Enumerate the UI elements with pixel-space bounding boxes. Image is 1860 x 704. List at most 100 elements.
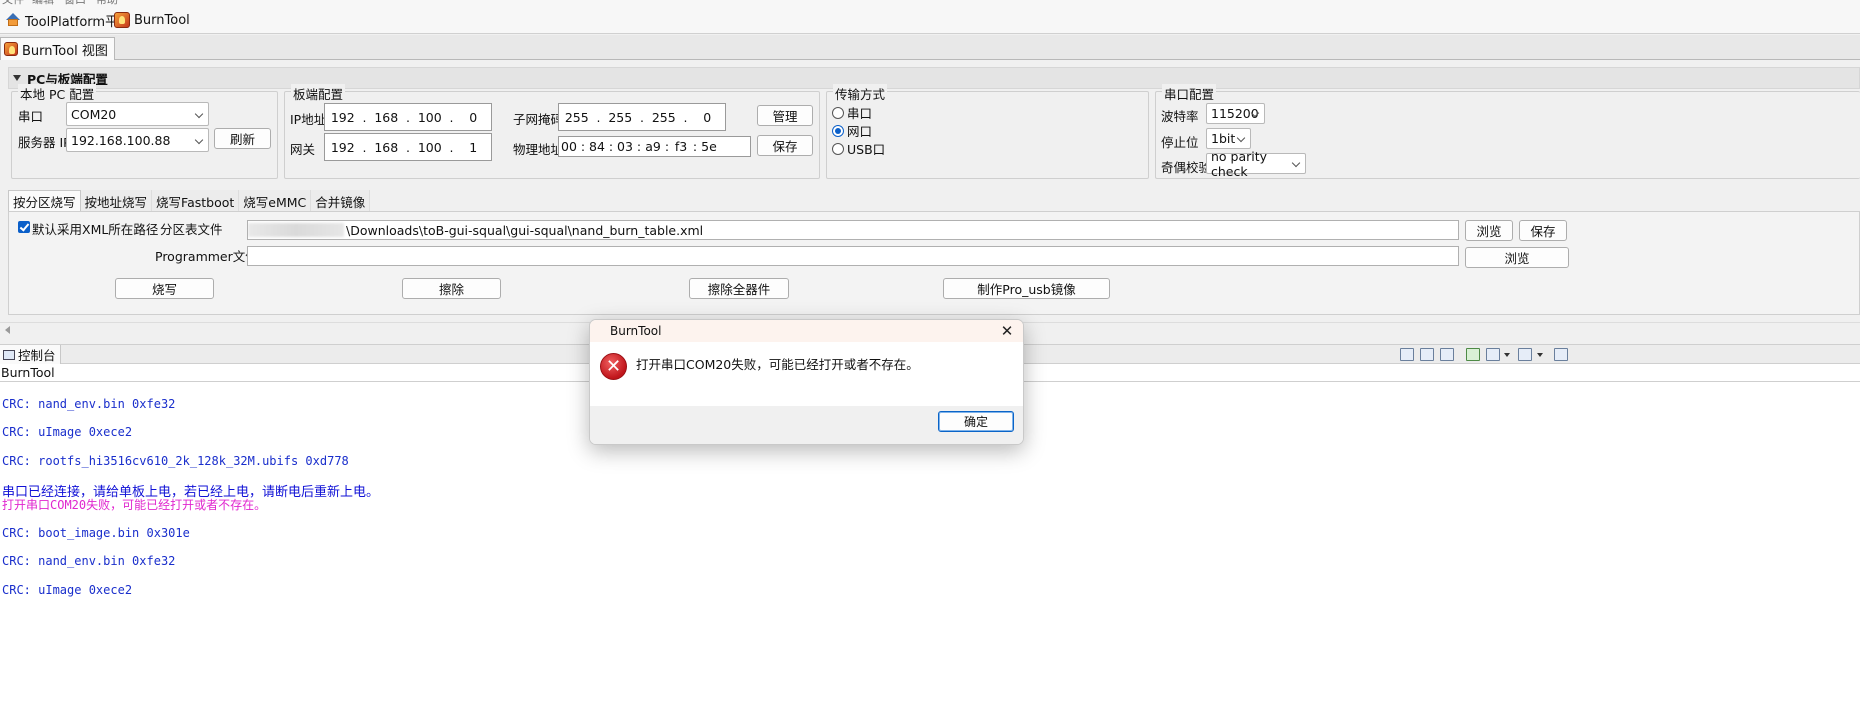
tab-burn-by-address[interactable]: 按地址烧写 — [80, 190, 153, 212]
ip-label: IP地址 — [290, 112, 327, 127]
ip-octet: 0 — [469, 109, 478, 125]
burntool-label: BurnTool — [134, 12, 190, 28]
minimize-icon[interactable] — [1554, 348, 1568, 361]
radio-label: 串口 — [847, 106, 873, 121]
burn-by-partition-panel: 默认采用XML所在路径 分区表文件 \Downloads\toB-gui-squ… — [8, 211, 1860, 315]
tab-merge-image[interactable]: 合并镜像 — [311, 190, 371, 212]
server-ip-value: 192.168.100.88 — [71, 132, 171, 148]
make-pro-usb-image-button[interactable]: 制作Pro_usb镜像 — [943, 278, 1110, 299]
console-line: CRC: rootfs_hi3516cv610_2k_128k_32M.ubif… — [2, 454, 349, 468]
console-tab-label: 控制台 — [18, 348, 56, 363]
save-board-config-button[interactable]: 保存 — [757, 135, 813, 156]
console-line: CRC: uImage 0xece2 — [2, 583, 133, 597]
serial-config-group: 串口配置 波特率 115200 停止位 1bit 奇偶校验 no parity … — [1155, 84, 1860, 179]
ok-button[interactable]: 确定 — [938, 411, 1014, 432]
gateway-octet: 1 — [469, 139, 478, 155]
mac-byte: 5e — [701, 139, 717, 154]
dialog-title-bar[interactable]: BurnTool ✕ — [590, 320, 1023, 342]
mask-octet: 255 — [608, 109, 633, 125]
radio-indicator-selected — [832, 124, 844, 137]
gateway-field[interactable]: 192. 168. 100. 1 — [324, 133, 492, 161]
radio-indicator — [832, 142, 844, 155]
tab-label: BurnTool 视图 — [22, 43, 108, 59]
browse-partition-button[interactable]: 浏览 — [1465, 220, 1513, 241]
partition-file-input[interactable]: \Downloads\toB-gui-squal\gui-squal\nand_… — [247, 220, 1459, 240]
error-icon: ✕ — [600, 353, 627, 380]
word-wrap-icon[interactable] — [1440, 348, 1454, 361]
server-ip-label: 服务器 IP — [18, 135, 71, 150]
mask-octet: 0 — [703, 109, 712, 125]
tab-burn-emmc[interactable]: 烧写eMMC — [239, 190, 312, 212]
chevron-down-icon — [194, 135, 204, 145]
baud-rate-select[interactable]: 115200 — [1206, 103, 1265, 124]
toolplatform-button[interactable]: ToolPlatform平台 — [5, 10, 131, 30]
ip-address-field[interactable]: 192. 168. 100. 0 — [324, 103, 492, 131]
mac-byte: 03 — [617, 139, 633, 154]
erase-button[interactable]: 擦除 — [402, 278, 501, 299]
save-partition-button[interactable]: 保存 — [1519, 220, 1567, 241]
mac-byte: f3 — [674, 139, 688, 154]
tab-burntool-view[interactable]: BurnTool 视图 — [0, 37, 115, 60]
close-icon[interactable]: ✕ — [997, 321, 1017, 341]
mask-octet: 255 — [564, 109, 589, 125]
ip-octet: 100 — [417, 109, 442, 125]
chevron-down-icon[interactable] — [1537, 353, 1543, 357]
subnet-mask-field[interactable]: 255. 255. 255. 0 — [558, 103, 726, 131]
tab-burn-by-partition[interactable]: 按分区烧写 — [8, 190, 81, 212]
group-title: 串口配置 — [1162, 84, 1217, 103]
gateway-octet: 100 — [417, 139, 442, 155]
gateway-octet: 192 — [330, 139, 355, 155]
partition-file-label: 分区表文件 — [160, 222, 223, 237]
open-console-icon[interactable] — [1518, 348, 1532, 361]
subnet-mask-label: 子网掩码 — [513, 112, 564, 127]
pc-board-section-header[interactable]: PC与板端配置 — [8, 67, 1860, 89]
parity-label: 奇偶校验 — [1161, 160, 1212, 175]
server-ip-select[interactable]: 192.168.100.88 — [66, 128, 209, 152]
local-pc-group: 本地 PC 配置 串口 COM20 服务器 IP 192.168.100.88 … — [11, 84, 278, 179]
serial-value: COM20 — [71, 106, 117, 122]
mac-address-field[interactable]: 00: 84: 03: a9: f3: 5e — [558, 136, 751, 157]
clear-console-icon[interactable] — [1400, 348, 1414, 361]
console-line: CRC: boot_image.bin 0x301e — [2, 526, 190, 540]
stop-bits-label: 停止位 — [1161, 135, 1199, 150]
home-icon — [5, 13, 21, 27]
redacted-path — [248, 223, 344, 237]
use-xml-path-checkbox[interactable] — [18, 221, 30, 233]
dialog-title: BurnTool — [610, 324, 662, 338]
radio-usb[interactable]: USB口 — [832, 139, 885, 158]
burntool-icon — [114, 12, 130, 28]
chevron-down-icon — [1236, 133, 1246, 143]
tab-burn-fastboot[interactable]: 烧写Fastboot — [152, 190, 240, 212]
erase-all-button[interactable]: 擦除全器件 — [689, 278, 789, 299]
radio-serial[interactable]: 串口 — [832, 103, 872, 122]
gateway-label: 网关 — [290, 142, 316, 157]
burntool-button[interactable]: BurnTool — [114, 10, 190, 30]
display-console-icon[interactable] — [1486, 348, 1500, 361]
tab-console[interactable]: 控制台 — [0, 345, 61, 364]
mac-byte: 00 — [561, 139, 577, 154]
parity-value: no parity check — [1211, 148, 1268, 179]
serial-select[interactable]: COM20 — [66, 102, 209, 126]
radio-network[interactable]: 网口 — [832, 121, 872, 140]
manage-button[interactable]: 管理 — [757, 105, 813, 126]
use-xml-path-label: 默认采用XML所在路径 — [32, 222, 159, 237]
pin-console-icon[interactable] — [1466, 348, 1480, 361]
baud-label: 波特率 — [1161, 109, 1199, 124]
mac-byte: 84 — [589, 139, 605, 154]
stop-bits-select[interactable]: 1bit — [1206, 128, 1251, 149]
burn-mode-tabs: 按分区烧写 按地址烧写 烧写Fastboot 烧写eMMC 合并镜像 — [8, 190, 371, 212]
scroll-lock-icon[interactable] — [1420, 348, 1434, 361]
group-title: 传输方式 — [833, 84, 888, 103]
programmer-file-input[interactable] — [247, 246, 1459, 266]
refresh-button[interactable]: 刷新 — [214, 128, 271, 149]
burn-button[interactable]: 烧写 — [115, 278, 214, 299]
chevron-down-icon[interactable] — [1504, 353, 1510, 357]
ip-octet: 192 — [330, 109, 355, 125]
board-config-group: 板端配置 IP地址 192. 168. 100. 0 网关 192. 168. … — [284, 84, 820, 179]
burntool-icon — [4, 42, 18, 56]
mask-octet: 255 — [651, 109, 676, 125]
parity-select[interactable]: no parity check — [1206, 149, 1306, 179]
scroll-left-icon[interactable] — [5, 326, 10, 334]
browse-programmer-button[interactable]: 浏览 — [1465, 247, 1569, 268]
mac-byte: a9 — [645, 139, 661, 154]
